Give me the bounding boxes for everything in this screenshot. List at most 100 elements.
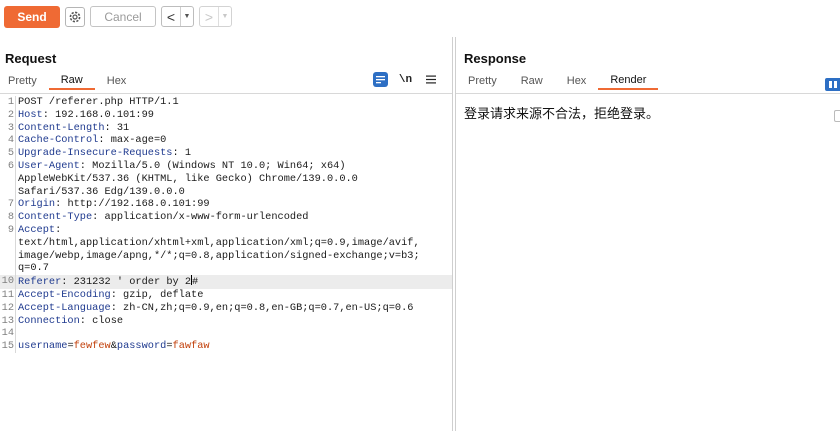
line-content: User-Agent: Mozilla/5.0 (Windows NT 10.0…	[16, 160, 346, 173]
header-value: gzip, deflate	[116, 288, 204, 301]
back-history-dropdown[interactable]: ▼	[180, 7, 193, 26]
request-line: 12 Accept-Language: zh-CN,zh;q=0.9,en;q=0…	[0, 301, 452, 315]
settings-button[interactable]	[65, 6, 85, 27]
request-line: AppleWebKit/537.36 (KHTML, like Gecko) C…	[0, 172, 452, 186]
header-name: Referer	[18, 276, 62, 289]
cancel-button[interactable]: Cancel	[90, 6, 156, 27]
inspector-collapse-button[interactable]	[834, 110, 840, 122]
line-content	[16, 327, 18, 340]
menu-button[interactable]	[423, 72, 438, 87]
word-wrap-button[interactable]	[373, 72, 388, 87]
response-tab-render[interactable]: Render	[598, 71, 659, 90]
show-newlines-button[interactable]: \n	[398, 72, 413, 87]
header-name: Cache-Control	[18, 134, 99, 147]
forward-history-dropdown[interactable]: ▼	[218, 7, 231, 26]
line-number: 3	[0, 121, 16, 135]
param-name: password	[116, 340, 167, 353]
request-line: 9 Accept:	[0, 223, 452, 237]
header-name: Accept-Encoding	[18, 288, 111, 301]
param-value: fawfaw	[172, 340, 210, 353]
line-number: 5	[0, 147, 16, 160]
request-line: 10 Referer: 231232 ' order by 2#	[0, 275, 452, 289]
request-line: Safari/537.36 Edg/139.0.0.0	[0, 185, 452, 199]
line-content: Origin: http://192.168.0.101:99	[16, 198, 210, 211]
send-button[interactable]: Send	[4, 5, 60, 28]
request-line: text/html,application/xhtml+xml,applicat…	[0, 236, 452, 250]
line-number: 7	[0, 198, 16, 212]
line-content: Content-Length: 31	[16, 122, 129, 135]
layout-toggle-button[interactable]	[825, 78, 840, 91]
response-tab-raw[interactable]: Raw	[509, 71, 555, 90]
line-number: 9	[0, 223, 16, 237]
line-content: Host: 192.168.0.101:99	[16, 109, 154, 122]
header-value: 192.168.0.101:99	[48, 108, 154, 121]
raw-text: q=0.7	[18, 262, 49, 275]
param-value: fewfew	[73, 340, 111, 353]
request-line: 5 Upgrade-Insecure-Requests: 1	[0, 147, 452, 160]
request-editor[interactable]: 1 POST /referer.php HTTP/1.1 2 Host: 192.16…	[0, 93, 452, 431]
line-number	[0, 249, 16, 263]
line-content: Referer: 231232 ' order by 2#	[16, 275, 198, 289]
hamburger-menu-icon	[425, 75, 436, 84]
header-value-tail: #	[192, 276, 199, 289]
request-line: 1 POST /referer.php HTTP/1.1	[0, 96, 452, 109]
line-number: 15	[1, 340, 16, 353]
line-content: Connection: close	[16, 315, 123, 328]
request-line: 7 Origin: http://192.168.0.101:99	[0, 198, 452, 212]
line-number: 1	[0, 96, 16, 109]
request-tab-hex[interactable]: Hex	[95, 71, 139, 90]
request-line: 13 Connection: close	[0, 314, 452, 328]
forward-nav-group: > ▼	[199, 6, 232, 27]
header-name: Origin	[18, 198, 56, 211]
param-name: username	[18, 340, 68, 353]
header-name: Connection	[18, 314, 80, 327]
request-title: Request	[5, 51, 57, 66]
header-name: Accept	[18, 223, 56, 236]
line-number: 11	[1, 288, 16, 302]
header-name: User-Agent	[18, 159, 80, 172]
line-content: Cache-Control: max-age=0	[16, 134, 166, 147]
line-content: Accept:	[16, 224, 61, 237]
request-lines: 1 POST /referer.php HTTP/1.1 2 Host: 192.16…	[0, 96, 452, 353]
line-content: POST /referer.php HTTP/1.1	[16, 96, 179, 109]
request-tab-pretty[interactable]: Pretty	[0, 71, 49, 90]
gear-icon	[69, 11, 81, 22]
line-number: 2	[0, 108, 16, 122]
header-value: close	[85, 314, 124, 327]
line-number	[0, 185, 16, 199]
line-content: image/webp,image/apng,*/*;q=0.8,applicat…	[16, 250, 420, 263]
request-line: 3 Content-Length: 31	[0, 121, 452, 135]
request-line: 15 username=fewfew&password=fawfaw	[0, 340, 452, 353]
line-content: Safari/537.36 Edg/139.0.0.0	[16, 186, 185, 199]
request-tabs: Pretty Raw Hex	[0, 71, 138, 90]
request-panel: Request Pretty Raw Hex \n 1 POST /referer…	[0, 37, 453, 431]
back-arrow-button[interactable]: <	[162, 7, 180, 26]
header-value: 31	[110, 121, 130, 134]
header-value: application/x-www-form-urlencoded	[98, 211, 309, 224]
header-value: Mozilla/5.0 (Windows NT 10.0; Win64; x64…	[85, 159, 346, 172]
line-number: 4	[0, 134, 16, 148]
response-tab-pretty[interactable]: Pretty	[456, 71, 509, 90]
response-render-area: 登录请求来源不合法，拒绝登录。	[456, 93, 840, 431]
header-value: http://192.168.0.101:99	[61, 198, 210, 211]
raw-text: Safari/537.36 Edg/139.0.0.0	[18, 185, 185, 198]
request-tab-raw[interactable]: Raw	[48, 71, 95, 90]
header-value: max-age=0	[104, 134, 167, 147]
request-line: 4 Cache-Control: max-age=0	[0, 134, 452, 148]
line-content: Accept-Language: zh-CN,zh;q=0.9,en;q=0.8…	[16, 302, 413, 315]
header-value: 1	[178, 147, 192, 160]
header-value: zh-CN,zh;q=0.9,en;q=0.8,en-GB;q=0.7,en-U…	[116, 301, 414, 314]
line-content: Upgrade-Insecure-Requests: 1	[16, 147, 191, 160]
request-line: q=0.7	[0, 262, 452, 276]
line-number: 6	[0, 159, 16, 173]
response-tab-hex[interactable]: Hex	[555, 71, 599, 90]
wrap-lines-icon	[376, 76, 385, 84]
request-line: 6 User-Agent: Mozilla/5.0 (Windows NT 10.…	[0, 159, 452, 173]
forward-arrow-button[interactable]: >	[200, 7, 218, 26]
request-line: 11 Accept-Encoding: gzip, deflate	[0, 288, 452, 302]
line-number	[0, 172, 16, 186]
line-number: 14	[1, 327, 16, 341]
raw-text: AppleWebKit/537.36 (KHTML, like Gecko) C…	[18, 172, 358, 185]
header-colon: :	[55, 223, 62, 236]
header-name: Upgrade-Insecure-Requests	[18, 147, 173, 160]
